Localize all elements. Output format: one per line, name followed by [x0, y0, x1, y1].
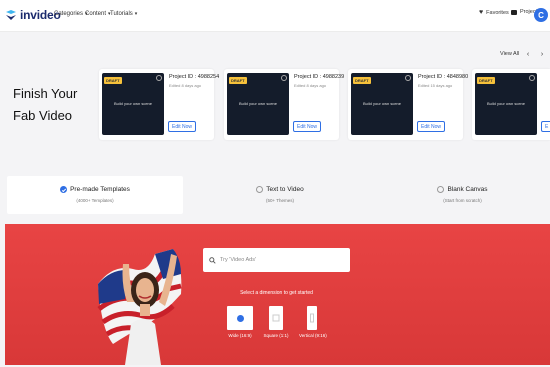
project-id: Project ID : 4988239 [294, 74, 345, 80]
edited-time: Edited 8 days ago [169, 83, 202, 88]
card-thumbnail[interactable]: DRAFT Build your own scene [351, 73, 413, 135]
draft-card[interactable]: DRAFT Build your own scene Project ID : … [348, 69, 468, 140]
nav-content-label: Content [85, 11, 107, 17]
radio-checked-icon [60, 186, 68, 193]
edited-time: Edited 8 days ago [294, 83, 327, 88]
check-icon [236, 314, 244, 322]
dimension-label: Vertical (9:16) [299, 333, 327, 338]
options-icon[interactable] [405, 75, 411, 81]
draft-card[interactable]: DRAFT Build your own scene Project ID : … [99, 69, 219, 140]
finish-title-line2: Fab Video [13, 108, 73, 123]
search-placeholder: Try 'Video Ads' [220, 257, 257, 263]
favorites-link[interactable]: ♥ Favorites [479, 9, 509, 16]
tab-label: Pre-made Templates [70, 186, 130, 193]
edit-now-button[interactable]: E [541, 121, 550, 132]
draft-card[interactable]: DRAFT Build your own scene E [472, 69, 550, 140]
search-icon [209, 251, 216, 269]
nav-content[interactable]: Content ▾ [85, 11, 111, 17]
tab-label: Text to Video [266, 186, 304, 193]
dimension-square[interactable]: Square (1:1) [263, 306, 289, 338]
thumbnail-text: Build your own scene [113, 101, 153, 106]
avatar[interactable]: C [534, 8, 548, 22]
vertical-shape [310, 313, 314, 323]
finish-title-line1: Finish Your [13, 86, 78, 101]
options-icon[interactable] [281, 75, 287, 81]
dimension-title: Select a dimension to get started [240, 290, 313, 296]
draft-badge: DRAFT [229, 77, 247, 84]
tab-label: Blank Canvas [447, 186, 488, 193]
project-id: Project ID : 4988254 [169, 74, 220, 80]
thumbnail-text: Build your own scene [362, 101, 402, 106]
options-icon[interactable] [529, 75, 535, 81]
tab-subtitle: (50+ Themes) [265, 198, 295, 203]
tab-premade-templates[interactable]: Pre-made Templates (4000+ Templates) [7, 176, 183, 214]
thumbnail-text: Build your own scene [486, 101, 526, 106]
tab-subtitle: (4000+ Templates) [76, 198, 114, 203]
search-input[interactable]: Try 'Video Ads' [203, 248, 350, 272]
nav-categories-label: Categories [54, 11, 84, 17]
woman-with-flag-image [97, 249, 182, 365]
draft-badge: DRAFT [353, 77, 371, 84]
thumbnail-text: Build your own scene [238, 101, 278, 106]
edit-now-button[interactable]: Edit Now [168, 121, 197, 132]
dimension-vertical[interactable]: Vertical (9:16) [299, 306, 327, 338]
tab-label-row: Blank Canvas [375, 186, 550, 193]
nav-tutorials-label: Tutorials [110, 11, 133, 17]
chevron-down-icon: ▾ [134, 11, 138, 17]
dimension-wide[interactable]: Wide (16:9) [227, 306, 253, 338]
radio-icon [256, 186, 264, 193]
edit-now-button[interactable]: Edit Now [293, 121, 322, 132]
dimension-label: Wide (16:9) [228, 333, 252, 338]
tab-blank-canvas[interactable]: Blank Canvas (Start from scratch) [375, 176, 550, 214]
draft-card[interactable]: DRAFT Build your own scene Project ID : … [224, 69, 344, 140]
logo-icon [5, 9, 17, 21]
nav-tutorials[interactable]: Tutorials ▾ [110, 11, 137, 17]
draft-badge: DRAFT [477, 77, 495, 84]
tab-subtitle: (Start from scratch) [443, 198, 482, 203]
hero-banner: Try 'Video Ads' Select a dimension to ge… [5, 224, 550, 365]
card-thumbnail[interactable]: DRAFT Build your own scene [102, 73, 164, 135]
draft-badge: DRAFT [104, 77, 122, 84]
creation-mode-tabs: Pre-made Templates (4000+ Templates) Tex… [5, 176, 550, 216]
square-ratio-icon [269, 306, 283, 330]
card-thumbnail[interactable]: DRAFT Build your own scene [475, 73, 537, 135]
square-shape [272, 314, 280, 322]
edited-time: Edited 15 days ago [418, 83, 453, 88]
finish-title: Finish Your Fab Video [13, 83, 93, 127]
wide-ratio-icon [227, 306, 253, 330]
finish-section: Finish Your Fab Video View All ‹ › DRAFT… [0, 33, 550, 155]
folder-icon [511, 9, 517, 15]
top-nav: invideo Categories ▾ Content ▾ Tutorials… [0, 0, 550, 32]
favorites-label: Favorites [486, 9, 509, 16]
view-all-link[interactable]: View All [500, 51, 519, 57]
dimension-label: Square (1:1) [263, 333, 289, 338]
heart-icon: ♥ [479, 9, 484, 16]
card-thumbnail[interactable]: DRAFT Build your own scene [227, 73, 289, 135]
vertical-ratio-icon [307, 306, 317, 330]
edit-now-button[interactable]: Edit Now [417, 121, 446, 132]
chevron-left-icon[interactable]: ‹ [523, 49, 533, 59]
tab-label-row: Text to Video [195, 186, 365, 193]
project-id: Project ID : 4848980 [418, 74, 469, 80]
radio-icon [437, 186, 445, 193]
tab-text-to-video[interactable]: Text to Video (50+ Themes) [195, 176, 365, 214]
invideo-logo[interactable]: invideo [5, 6, 61, 24]
nav-categories[interactable]: Categories ▾ [54, 11, 88, 17]
chevron-right-icon[interactable]: › [537, 49, 547, 59]
tab-label-row: Pre-made Templates [7, 186, 183, 193]
options-icon[interactable] [156, 75, 162, 81]
